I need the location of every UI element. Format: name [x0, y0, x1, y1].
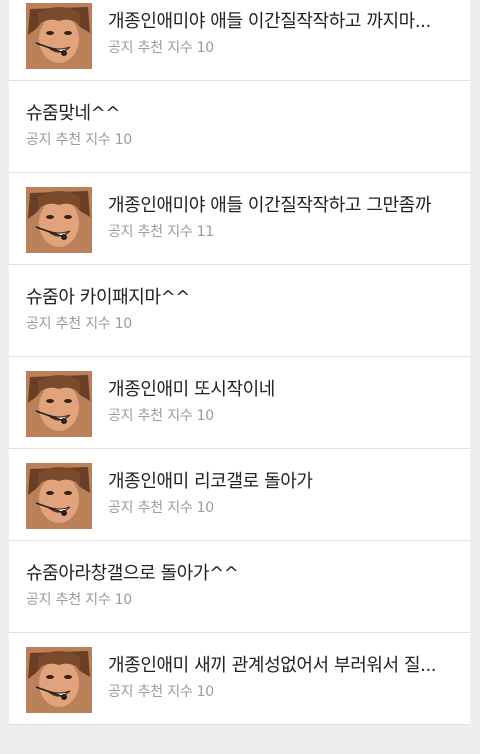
post-text: 개종인애미 새끼 관계성없어서 부러워서 질... 공지 추천 지수 10 — [108, 653, 450, 701]
post-text: 개종인애미 또시작이네 공지 추천 지수 10 — [108, 377, 450, 425]
meta-label: 공지 추천 지수 — [108, 500, 193, 516]
post-title[interactable]: 개종인애미 리코갤로 돌아가 — [108, 469, 450, 495]
meta-label: 공지 추천 지수 — [108, 40, 193, 56]
recommend-score: 10 — [196, 684, 215, 700]
thumbnail-image — [26, 187, 92, 253]
meta-label: 공지 추천 지수 — [26, 316, 111, 332]
recommend-score: 10 — [114, 316, 133, 332]
post-thumbnail[interactable] — [26, 187, 92, 253]
post-thumbnail[interactable] — [26, 3, 92, 69]
post-meta: 공지 추천 지수 10 — [108, 39, 450, 57]
list-item[interactable]: 개종인애미 또시작이네 공지 추천 지수 10 — [9, 357, 470, 449]
post-meta: 공지 추천 지수 11 — [108, 223, 450, 241]
post-meta: 공지 추천 지수 10 — [108, 407, 450, 425]
thumbnail-image — [26, 371, 92, 437]
meta-label: 공지 추천 지수 — [26, 592, 111, 608]
post-title[interactable]: 슈줌아 카이패지마^^ — [26, 285, 450, 311]
post-title[interactable]: 개종인애미 새끼 관계성없어서 부러워서 질... — [108, 653, 450, 679]
recommend-score: 10 — [114, 592, 133, 608]
recommend-score: 10 — [196, 408, 215, 424]
list-item[interactable]: 개종인애미 리코갤로 돌아가 공지 추천 지수 10 — [9, 449, 470, 541]
post-title[interactable]: 개종인애미 또시작이네 — [108, 377, 450, 403]
list-item[interactable]: 개종인애미 새끼 관계성없어서 부러워서 질... 공지 추천 지수 10 — [9, 633, 470, 725]
post-thumbnail[interactable] — [26, 647, 92, 713]
thumbnail-image — [26, 3, 92, 69]
post-thumbnail[interactable] — [26, 371, 92, 437]
meta-label: 공지 추천 지수 — [108, 408, 193, 424]
post-title[interactable]: 개종인애미야 애들 이간질작작하고 까지마... — [108, 9, 450, 35]
meta-label: 공지 추천 지수 — [108, 684, 193, 700]
post-thumbnail[interactable] — [26, 463, 92, 529]
post-text: 개종인애미 리코갤로 돌아가 공지 추천 지수 10 — [108, 469, 450, 517]
post-meta: 공지 추천 지수 10 — [108, 499, 450, 517]
post-title[interactable]: 슈줌맞네^^ — [26, 101, 450, 127]
post-meta: 공지 추천 지수 10 — [26, 591, 450, 609]
post-text: 개종인애미야 애들 이간질작작하고 까지마... 공지 추천 지수 10 — [108, 9, 450, 57]
post-meta: 공지 추천 지수 10 — [26, 315, 450, 333]
post-meta: 공지 추천 지수 10 — [26, 131, 450, 149]
list-item[interactable]: 개종인애미야 애들 이간질작작하고 까지마... 공지 추천 지수 10 — [9, 0, 470, 81]
recommend-score: 10 — [114, 132, 133, 148]
post-title[interactable]: 슈줌아라창갤으로 돌아가^^ — [26, 561, 450, 587]
meta-label: 공지 추천 지수 — [108, 224, 193, 240]
list-item[interactable]: 슈줌아라창갤으로 돌아가^^ 공지 추천 지수 10 — [9, 541, 470, 633]
recommend-score: 11 — [196, 224, 215, 240]
post-text: 슈줌아 카이패지마^^ 공지 추천 지수 10 — [26, 285, 450, 333]
recommend-score: 10 — [196, 40, 215, 56]
recommend-score: 10 — [196, 500, 215, 516]
post-text: 개종인애미야 애들 이간질작작하고 그만좀까 공지 추천 지수 11 — [108, 193, 450, 241]
post-title[interactable]: 개종인애미야 애들 이간질작작하고 그만좀까 — [108, 193, 450, 219]
post-text: 슈줌아라창갤으로 돌아가^^ 공지 추천 지수 10 — [26, 561, 450, 609]
list-item[interactable]: 슈줌맞네^^ 공지 추천 지수 10 — [9, 81, 470, 173]
list-item[interactable]: 슈줌아 카이패지마^^ 공지 추천 지수 10 — [9, 265, 470, 357]
list-item[interactable]: 개종인애미야 애들 이간질작작하고 그만좀까 공지 추천 지수 11 — [9, 173, 470, 265]
post-list-page: 개종인애미야 애들 이간질작작하고 까지마... 공지 추천 지수 10 슈줌맞네… — [0, 0, 480, 754]
meta-label: 공지 추천 지수 — [26, 132, 111, 148]
post-text: 슈줌맞네^^ 공지 추천 지수 10 — [26, 101, 450, 149]
post-meta: 공지 추천 지수 10 — [108, 683, 450, 701]
thumbnail-image — [26, 463, 92, 529]
post-list: 개종인애미야 애들 이간질작작하고 까지마... 공지 추천 지수 10 슈줌맞네… — [9, 0, 470, 725]
thumbnail-image — [26, 647, 92, 713]
